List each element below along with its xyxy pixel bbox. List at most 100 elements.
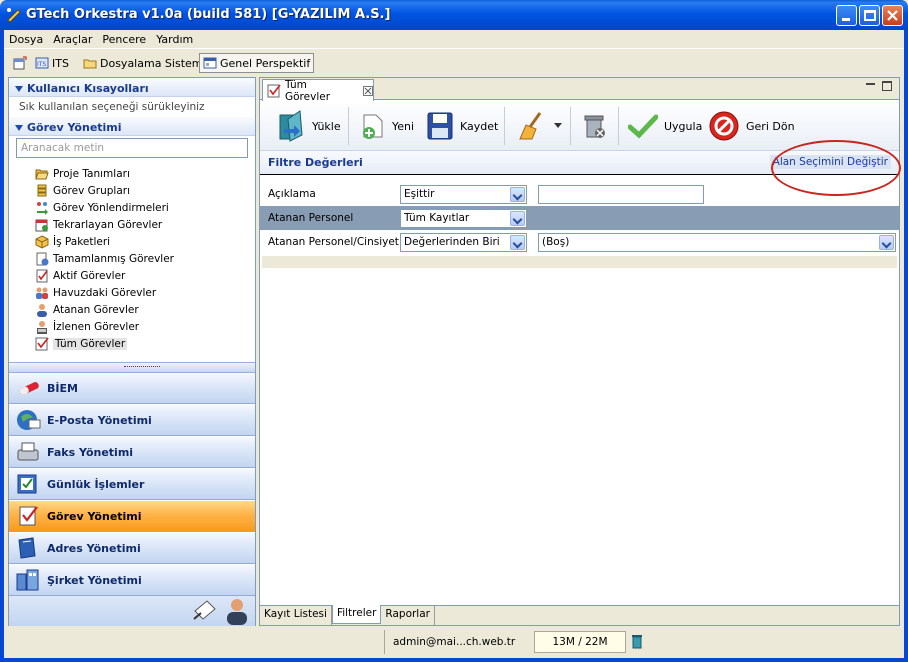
close-button[interactable]: [882, 5, 903, 26]
tree-item-havuzdaki-gorevler[interactable]: Havuzdaki Görevler: [35, 284, 255, 301]
shortcuts-title: Kullanıcı Kısayolları: [27, 82, 149, 95]
value-select[interactable]: (Boş): [538, 232, 896, 252]
nav-company[interactable]: Şirket Yönetimi: [9, 565, 255, 596]
menu-yardim[interactable]: Yardım: [151, 30, 198, 46]
tab-raporlar[interactable]: Raporlar: [381, 606, 435, 625]
nav-label: Şirket Yönetimi: [47, 573, 142, 587]
tree-item-tamamlanmis-gorevler[interactable]: Tamamlanmış Görevler: [35, 250, 255, 267]
shortcuts-hint: Sık kullanılan seçeneği sürükleyiniz: [19, 101, 205, 113]
window-frame-left: [0, 30, 4, 662]
shortcuts-header[interactable]: Kullanıcı Kısayolları: [9, 78, 255, 97]
title-bar[interactable]: GTech Orkestra v1.0a (build 581) [G-YAZI…: [0, 0, 908, 30]
package-icon: [35, 234, 49, 249]
tree-label: Atanan Görevler: [53, 303, 139, 316]
bottom-tab-strip: Kayıt Listesi Filtreler Raporlar: [260, 605, 899, 625]
operator-select[interactable]: Değerlerinden Biri: [400, 232, 527, 252]
maximize-view-icon[interactable]: [882, 81, 892, 91]
tab-tum-gorevler[interactable]: Tüm Görevler: [262, 79, 374, 103]
tree-item-tekrarlayan-gorevler[interactable]: Tekrarlayan Görevler: [35, 216, 255, 233]
tree-label: Tüm Görevler: [53, 337, 128, 350]
tree-label: Proje Tanımları: [53, 167, 130, 180]
all-tasks-icon: [267, 84, 281, 97]
new-button[interactable]: Yeni: [360, 109, 414, 143]
nav-email[interactable]: E-Posta Yönetimi: [9, 405, 255, 436]
chevron-down-icon[interactable]: [510, 186, 525, 202]
save-label: Kaydet: [460, 119, 499, 133]
chevron-down-icon[interactable]: [510, 210, 525, 226]
chevron-down-icon[interactable]: [879, 234, 894, 250]
biem-icon: [19, 382, 39, 395]
tree-label: Görev Grupları: [53, 184, 131, 197]
nav-fax[interactable]: Faks Yönetimi: [9, 437, 255, 468]
tree-item-aktif-gorevler[interactable]: Aktif Görevler: [35, 267, 255, 284]
menu-dosya[interactable]: Dosya: [4, 30, 48, 46]
close-tab-icon[interactable]: [363, 85, 373, 96]
clear-button[interactable]: [516, 109, 562, 143]
load-icon: [279, 110, 303, 142]
menu-pencere[interactable]: Pencere: [97, 30, 151, 46]
tree-label: Aktif Görevler: [53, 269, 126, 282]
filter-label: Atanan Personel: [268, 212, 354, 224]
window-icon: [203, 57, 217, 69]
tree-label: İzlenen Görevler: [53, 320, 140, 333]
trash-icon: [584, 115, 605, 138]
maximize-button[interactable]: [859, 5, 880, 26]
panel-splitter[interactable]: [9, 362, 255, 373]
task-management-title: Görev Yönetimi: [27, 121, 122, 134]
tab-filtreler[interactable]: Filtreler: [331, 605, 382, 624]
operator-select[interactable]: Tüm Kayıtlar: [400, 208, 527, 228]
its-button[interactable]: ITS ITS: [32, 53, 72, 73]
operator-value: Eşittir: [404, 187, 435, 200]
close-icon: [887, 10, 898, 21]
minimize-view-icon[interactable]: [866, 83, 875, 85]
save-icon: [427, 112, 453, 140]
delete-button[interactable]: [582, 109, 610, 143]
save-button[interactable]: Kaydet: [426, 109, 498, 143]
toolbar-separator: [348, 107, 349, 145]
nav-address[interactable]: Adres Yönetimi: [9, 533, 255, 564]
tree-item-izlenen-gorevler[interactable]: İzlenen Görevler: [35, 318, 255, 335]
toolbar-separator: [570, 107, 571, 145]
checklist-icon: [36, 269, 48, 282]
redirect-icon: [37, 201, 48, 215]
configure-icon[interactable]: [191, 597, 219, 623]
tree-item-tum-gorevler[interactable]: Tüm Görevler: [35, 335, 255, 352]
memory-indicator: 13M / 22M: [534, 631, 626, 653]
perspective-button[interactable]: [10, 53, 30, 73]
minimize-button[interactable]: [836, 5, 857, 26]
tree-item-proje-tanimlari[interactable]: Proje Tanımları: [35, 165, 255, 182]
chevron-down-icon[interactable]: [510, 234, 525, 250]
tree-item-is-paketleri[interactable]: İş Paketleri: [35, 233, 255, 250]
apply-button[interactable]: Uygula: [628, 109, 702, 143]
nav-biem[interactable]: BİEM: [9, 373, 255, 404]
user-profile-icon[interactable]: [223, 597, 251, 625]
nav-task-management[interactable]: Görev Yönetimi: [9, 501, 255, 532]
task-tree: Proje Tanımları Görev Grupları Görev Yön…: [9, 158, 255, 352]
load-button[interactable]: Yükle: [278, 109, 341, 143]
task-icon: [19, 506, 38, 526]
value-input[interactable]: [538, 184, 704, 204]
nav-daily[interactable]: Günlük İşlemler: [9, 469, 255, 500]
back-button[interactable]: Geri Dön: [708, 109, 795, 143]
menu-araclar[interactable]: Araçlar: [48, 30, 97, 46]
garbage-collect-icon[interactable]: [631, 633, 643, 649]
dropdown-arrow-icon[interactable]: [554, 123, 562, 129]
done-icon: [36, 252, 49, 265]
calendar-icon: [35, 219, 48, 231]
its-icon: ITS: [35, 57, 49, 69]
general-perspective-button[interactable]: Genel Perspektif: [199, 53, 315, 73]
filesystem-button[interactable]: Dosyalama Sistemi: [80, 53, 209, 73]
operator-select[interactable]: Eşittir: [400, 184, 527, 204]
task-management-header[interactable]: Görev Yönetimi: [9, 117, 255, 136]
folder-icon: [83, 59, 97, 69]
grip-icon: [124, 366, 160, 368]
address-icon: [18, 537, 36, 559]
its-label: ITS: [52, 56, 69, 70]
tree-item-gorev-yonlendirmeleri[interactable]: Görev Yönlendirmeleri: [35, 199, 255, 216]
window-title: GTech Orkestra v1.0a (build 581) [G-YAZI…: [26, 7, 391, 22]
tab-kayit-listesi[interactable]: Kayıt Listesi: [260, 606, 332, 625]
filesystem-label: Dosyalama Sistemi: [100, 56, 206, 70]
search-input[interactable]: Aranacak metin: [16, 138, 248, 158]
tree-item-gorev-gruplari[interactable]: Görev Grupları: [35, 182, 255, 199]
tree-item-atanan-gorevler[interactable]: Atanan Görevler: [35, 301, 255, 318]
